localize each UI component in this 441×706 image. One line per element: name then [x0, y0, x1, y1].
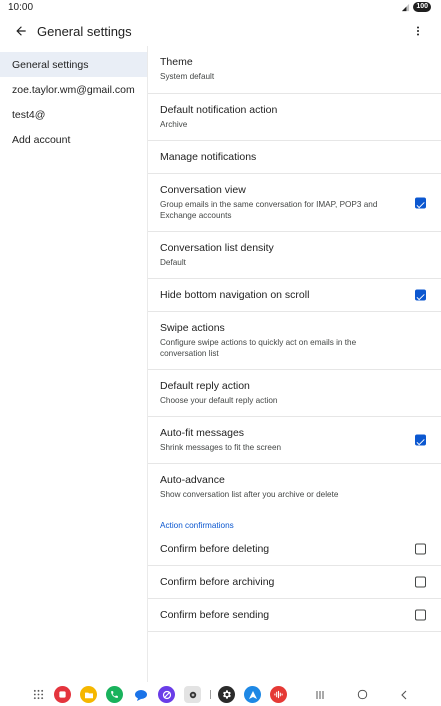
setting-subtitle: Shrink messages to fit the screen — [160, 442, 282, 452]
check-icon — [416, 201, 425, 208]
setting-title: Default reply action — [160, 379, 250, 392]
setting-hide-bottom-navigation[interactable]: Hide bottom navigation on scroll — [148, 279, 441, 312]
check-icon — [416, 294, 425, 301]
folder-icon[interactable] — [80, 686, 97, 703]
status-bar: 10:00 100 — [0, 0, 441, 14]
app-grid-icon[interactable] — [30, 686, 47, 703]
back-nav-button[interactable] — [396, 687, 412, 702]
setting-conversation-view[interactable]: Conversation view Group emails in the sa… — [148, 174, 441, 232]
setting-auto-advance[interactable]: Auto-advance Show conversation list afte… — [148, 464, 441, 511]
signal-icon — [402, 3, 410, 11]
auto-fit-checkbox[interactable] — [415, 434, 426, 446]
home-button[interactable] — [354, 687, 370, 702]
battery-badge: 100 — [413, 2, 431, 12]
add-account-item[interactable]: Add account — [0, 127, 147, 152]
setting-title: Confirm before deleting — [160, 542, 270, 555]
setting-conversation-list-density[interactable]: Conversation list density Default — [148, 232, 441, 279]
setting-title: Conversation view — [160, 184, 246, 196]
setting-confirm-archiving[interactable]: Confirm before archiving — [148, 566, 441, 599]
hide-bottom-nav-checkbox[interactable] — [415, 289, 426, 301]
recent-apps-button[interactable] — [312, 687, 328, 702]
setting-subtitle: Group emails in the same conversation fo… — [160, 200, 378, 220]
settings-list: Theme System default Default notificatio… — [148, 46, 441, 632]
notes-icon[interactable] — [54, 686, 71, 703]
account-item-label: Add account — [12, 133, 71, 146]
setting-title: Confirm before archiving — [160, 575, 275, 588]
setting-subtitle: Configure swipe actions to quickly act o… — [160, 338, 357, 358]
more-vert-icon — [417, 26, 419, 36]
account-item-zoe[interactable]: zoe.taylor.wm@gmail.com — [0, 77, 147, 102]
setting-confirm-sending[interactable]: Confirm before sending — [148, 599, 441, 632]
account-item-label: zoe.taylor.wm@gmail.com — [12, 83, 135, 96]
more-options-button[interactable] — [407, 20, 429, 42]
account-item-test4[interactable]: test4@ — [0, 102, 147, 127]
home-icon — [357, 689, 367, 700]
setting-title: Manage notifications — [160, 150, 257, 163]
phone-icon[interactable] — [106, 686, 123, 703]
setting-title: Theme — [160, 56, 193, 69]
app-bar: General settings — [0, 16, 441, 46]
setting-title: Swipe actions — [160, 322, 225, 334]
account-item-label: test4@ — [12, 108, 46, 121]
setting-subtitle: Choose your default reply action — [160, 395, 278, 405]
setting-auto-fit-messages[interactable]: Auto-fit messages Shrink messages to fit… — [148, 417, 441, 464]
setting-swipe-actions[interactable]: Swipe actions Configure swipe actions to… — [148, 312, 441, 370]
setting-title: Auto-advance — [160, 474, 225, 487]
setting-confirm-deleting[interactable]: Confirm before deleting — [148, 533, 441, 566]
back-button[interactable] — [9, 19, 33, 43]
recent-apps-icon — [316, 690, 324, 699]
setting-title: Hide bottom navigation on scroll — [160, 288, 310, 301]
setting-default-reply-action[interactable]: Default reply action Choose your default… — [148, 370, 441, 417]
confirm-archiving-checkbox[interactable] — [415, 576, 426, 588]
setting-title: Confirm before sending — [160, 608, 270, 621]
setting-subtitle: Archive — [160, 119, 188, 129]
taskbar-dock — [0, 682, 441, 706]
status-time: 10:00 — [8, 1, 34, 13]
setting-subtitle: System default — [160, 72, 215, 82]
setting-manage-notifications[interactable]: Manage notifications — [148, 141, 441, 174]
account-item-general-settings[interactable]: General settings — [0, 52, 147, 77]
browser-icon[interactable] — [158, 686, 175, 703]
page-title: General settings — [37, 23, 132, 39]
camera-icon[interactable] — [184, 686, 201, 703]
maps-icon[interactable] — [244, 686, 261, 703]
setting-title: Conversation list density — [160, 241, 274, 254]
messages-icon[interactable] — [132, 686, 149, 703]
setting-subtitle: Show conversation list after you archive… — [160, 490, 339, 500]
settings-icon[interactable] — [218, 686, 235, 703]
setting-subtitle: Default — [160, 257, 186, 267]
dock-separator — [210, 690, 211, 699]
setting-theme[interactable]: Theme System default — [148, 46, 441, 94]
confirm-sending-checkbox[interactable] — [415, 609, 426, 621]
arrow-back-icon — [16, 26, 26, 36]
section-label-action-confirmations: Action confirmations — [160, 521, 234, 530]
setting-title: Default notification action — [160, 103, 278, 116]
status-indicators: 100 — [401, 2, 431, 12]
conversation-view-checkbox[interactable] — [415, 197, 426, 208]
confirm-deleting-checkbox[interactable] — [415, 543, 426, 555]
check-icon — [416, 439, 425, 446]
back-nav-icon — [401, 690, 407, 699]
account-item-label: General settings — [12, 58, 89, 71]
setting-default-notification-action[interactable]: Default notification action Archive — [148, 94, 441, 141]
setting-title: Auto-fit messages — [160, 426, 245, 439]
account-list: General settings zoe.taylor.wm@gmail.com… — [0, 52, 147, 152]
voice-recorder-icon[interactable] — [270, 686, 287, 703]
